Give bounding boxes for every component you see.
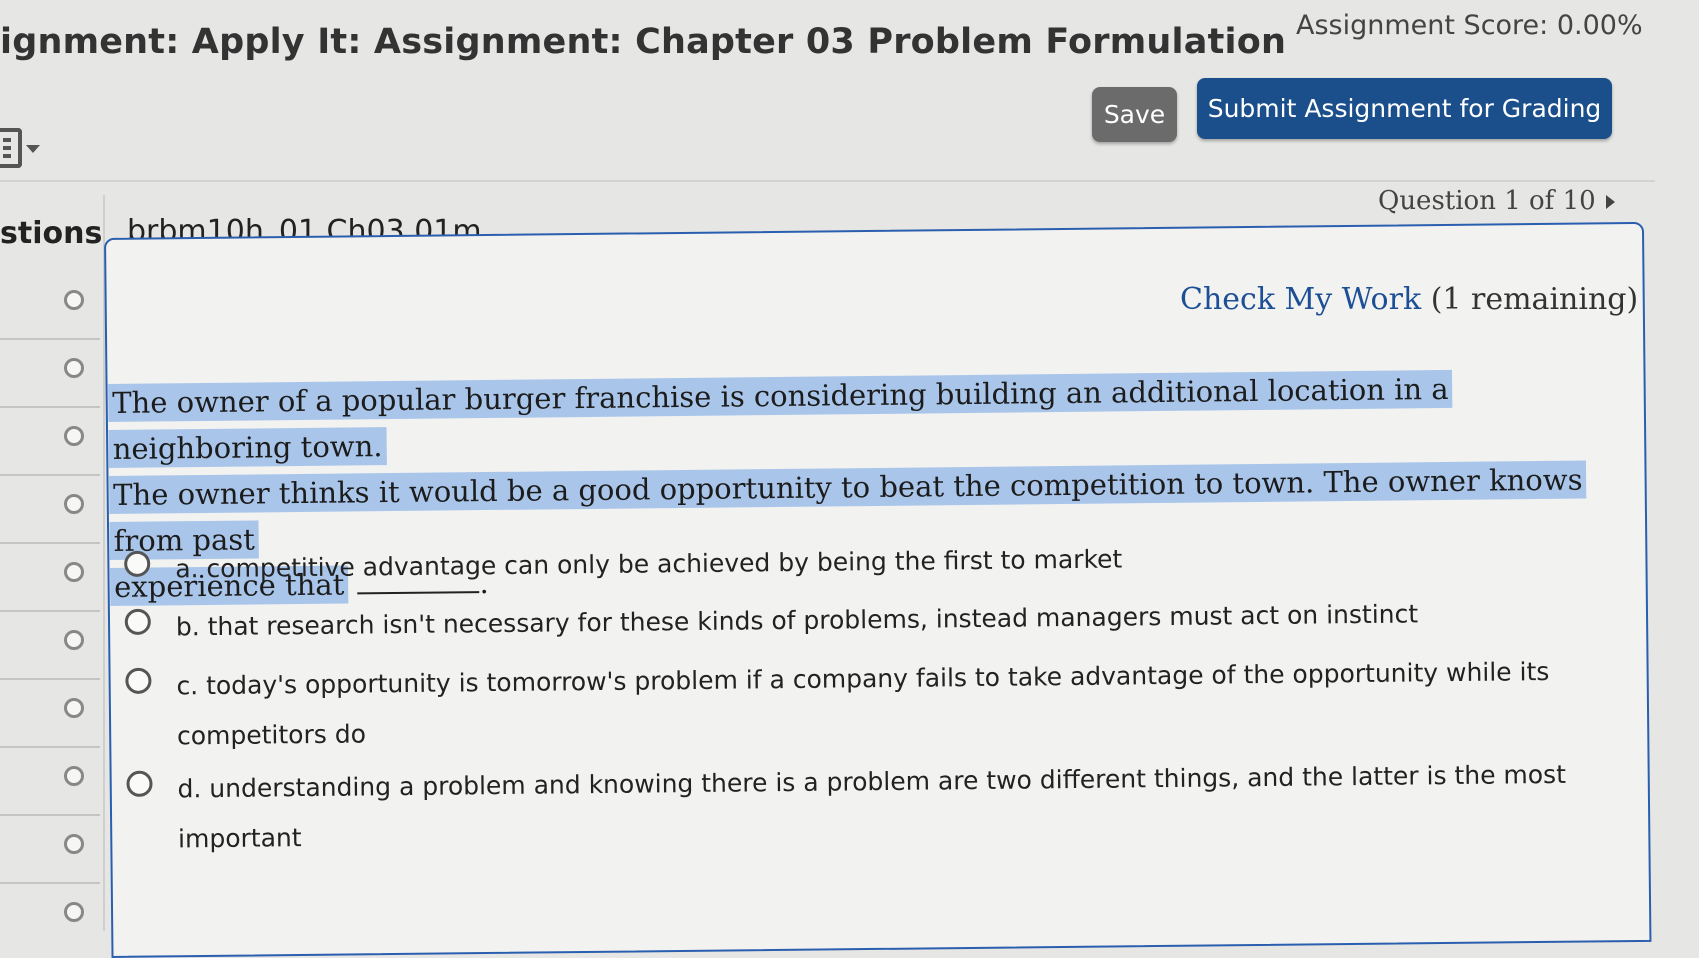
question-list-item[interactable] — [0, 474, 100, 544]
header-divider — [0, 180, 1655, 182]
question-status-icon — [64, 358, 84, 378]
question-status-icon — [64, 290, 84, 310]
question-list-item[interactable] — [0, 542, 100, 612]
question-list-item[interactable] — [0, 610, 100, 680]
assignment-title: ignment: Apply It: Assignment: Chapter 0… — [0, 22, 1287, 62]
answer-option-label: d. understanding a problem and knowing t… — [177, 759, 1567, 854]
menu-icon-bar — [3, 146, 11, 150]
question-list-item[interactable] — [0, 882, 100, 950]
question-position: Question 1 of 10 — [1378, 186, 1596, 216]
menu-icon-bar — [3, 154, 11, 158]
next-question-icon[interactable] — [1605, 195, 1615, 209]
question-status-icon — [64, 902, 84, 922]
questions-sidebar-label: stions — [0, 216, 103, 251]
question-status-icon — [64, 834, 84, 854]
question-list-item[interactable] — [0, 814, 100, 884]
question-list-item[interactable] — [0, 338, 100, 408]
check-my-work[interactable]: Check My Work (1 remaining) — [1180, 282, 1638, 317]
answer-option-label: c. today's opportunity is tomorrow's pro… — [176, 657, 1550, 751]
question-navigator[interactable]: Question 1 of 10 — [1378, 186, 1615, 216]
question-status-icon — [64, 562, 84, 582]
question-status-icon — [64, 630, 84, 650]
question-list-item[interactable] — [0, 746, 100, 816]
submit-assignment-button[interactable]: Submit Assignment for Grading — [1197, 78, 1612, 139]
check-my-work-link[interactable]: Check My Work — [1180, 282, 1421, 317]
menu-icon-bar — [3, 138, 11, 142]
question-list-item[interactable] — [0, 678, 100, 748]
question-list-item[interactable] — [0, 270, 100, 340]
radio-icon[interactable] — [124, 550, 151, 577]
question-stem-line: The owner of a popular burger franchise … — [108, 369, 1453, 468]
check-remaining: (1 remaining) — [1430, 282, 1639, 317]
save-button[interactable]: Save — [1092, 87, 1177, 142]
question-status-icon — [64, 494, 84, 514]
question-status-icon — [64, 766, 84, 786]
question-status-icon — [64, 426, 84, 446]
question-status-icon — [64, 698, 84, 718]
assignment-score: Assignment Score: 0.00% — [1296, 10, 1643, 41]
radio-icon[interactable] — [125, 667, 152, 694]
caret-down-icon[interactable] — [26, 145, 40, 153]
radio-icon[interactable] — [124, 608, 151, 635]
menu-icon[interactable] — [0, 128, 22, 168]
radio-icon[interactable] — [126, 770, 153, 797]
question-list-item[interactable] — [0, 406, 100, 476]
